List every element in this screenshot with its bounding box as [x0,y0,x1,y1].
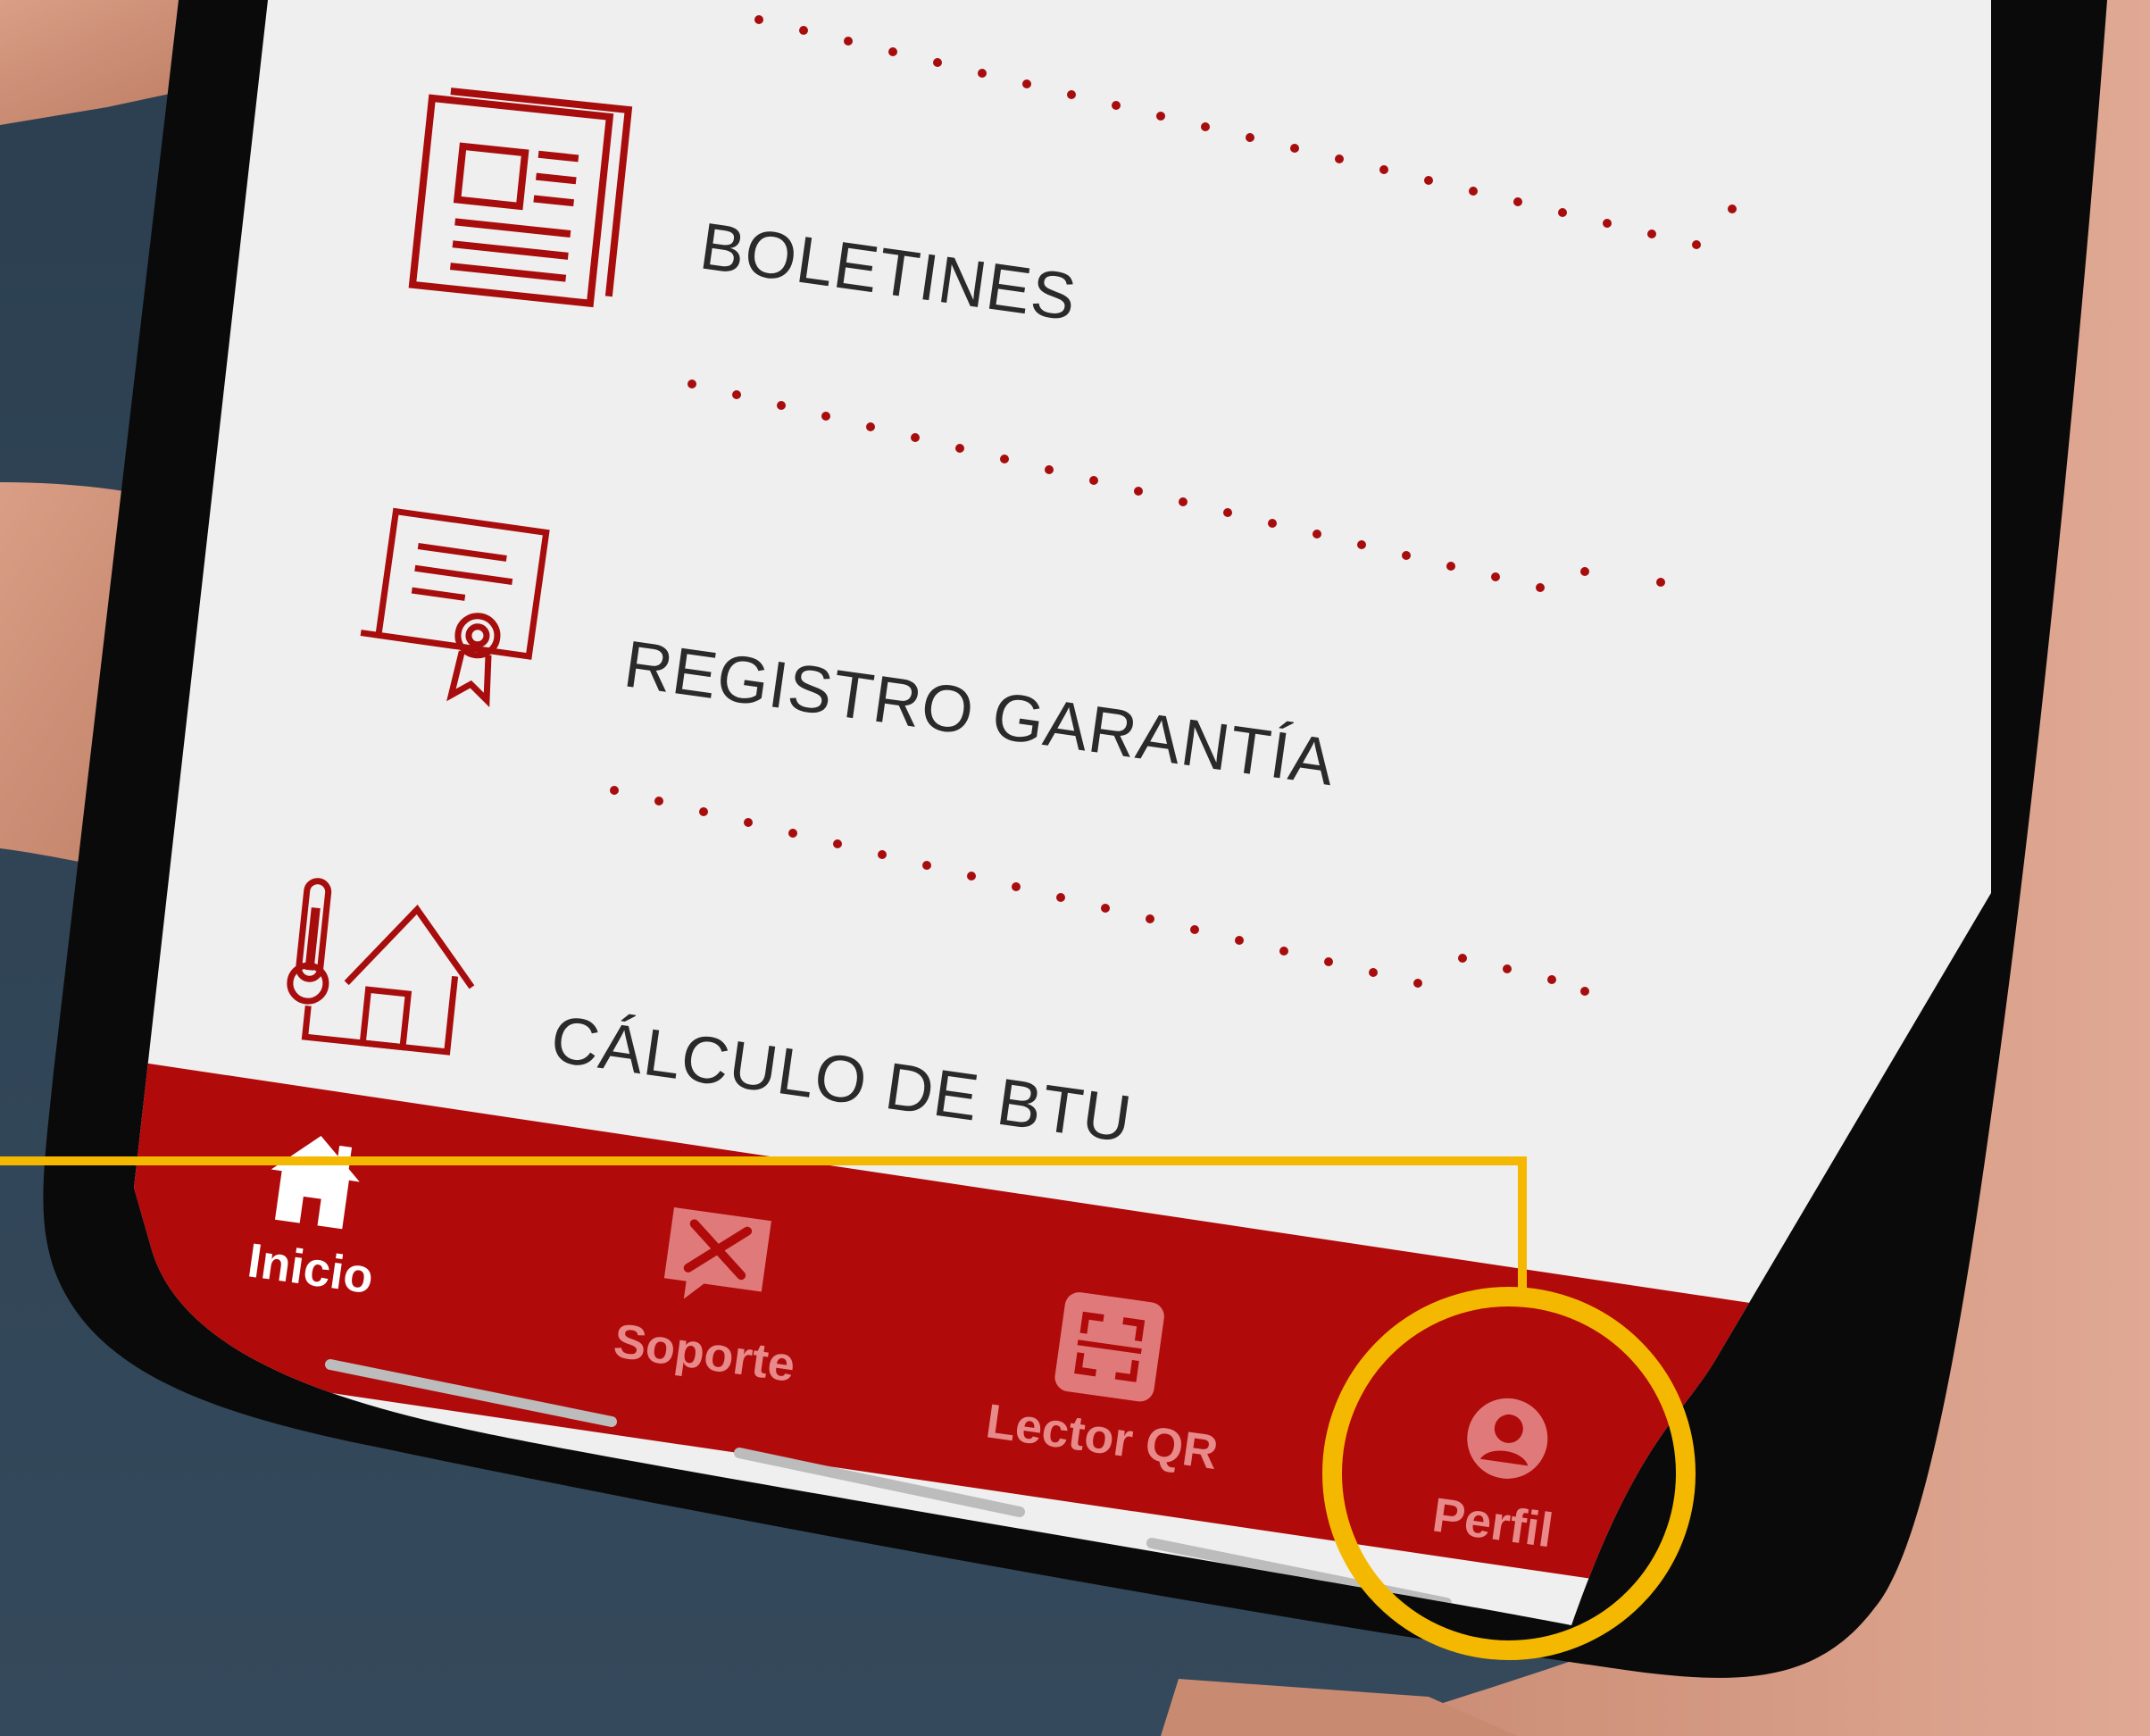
qr-scan-icon[interactable] [1053,1290,1165,1403]
